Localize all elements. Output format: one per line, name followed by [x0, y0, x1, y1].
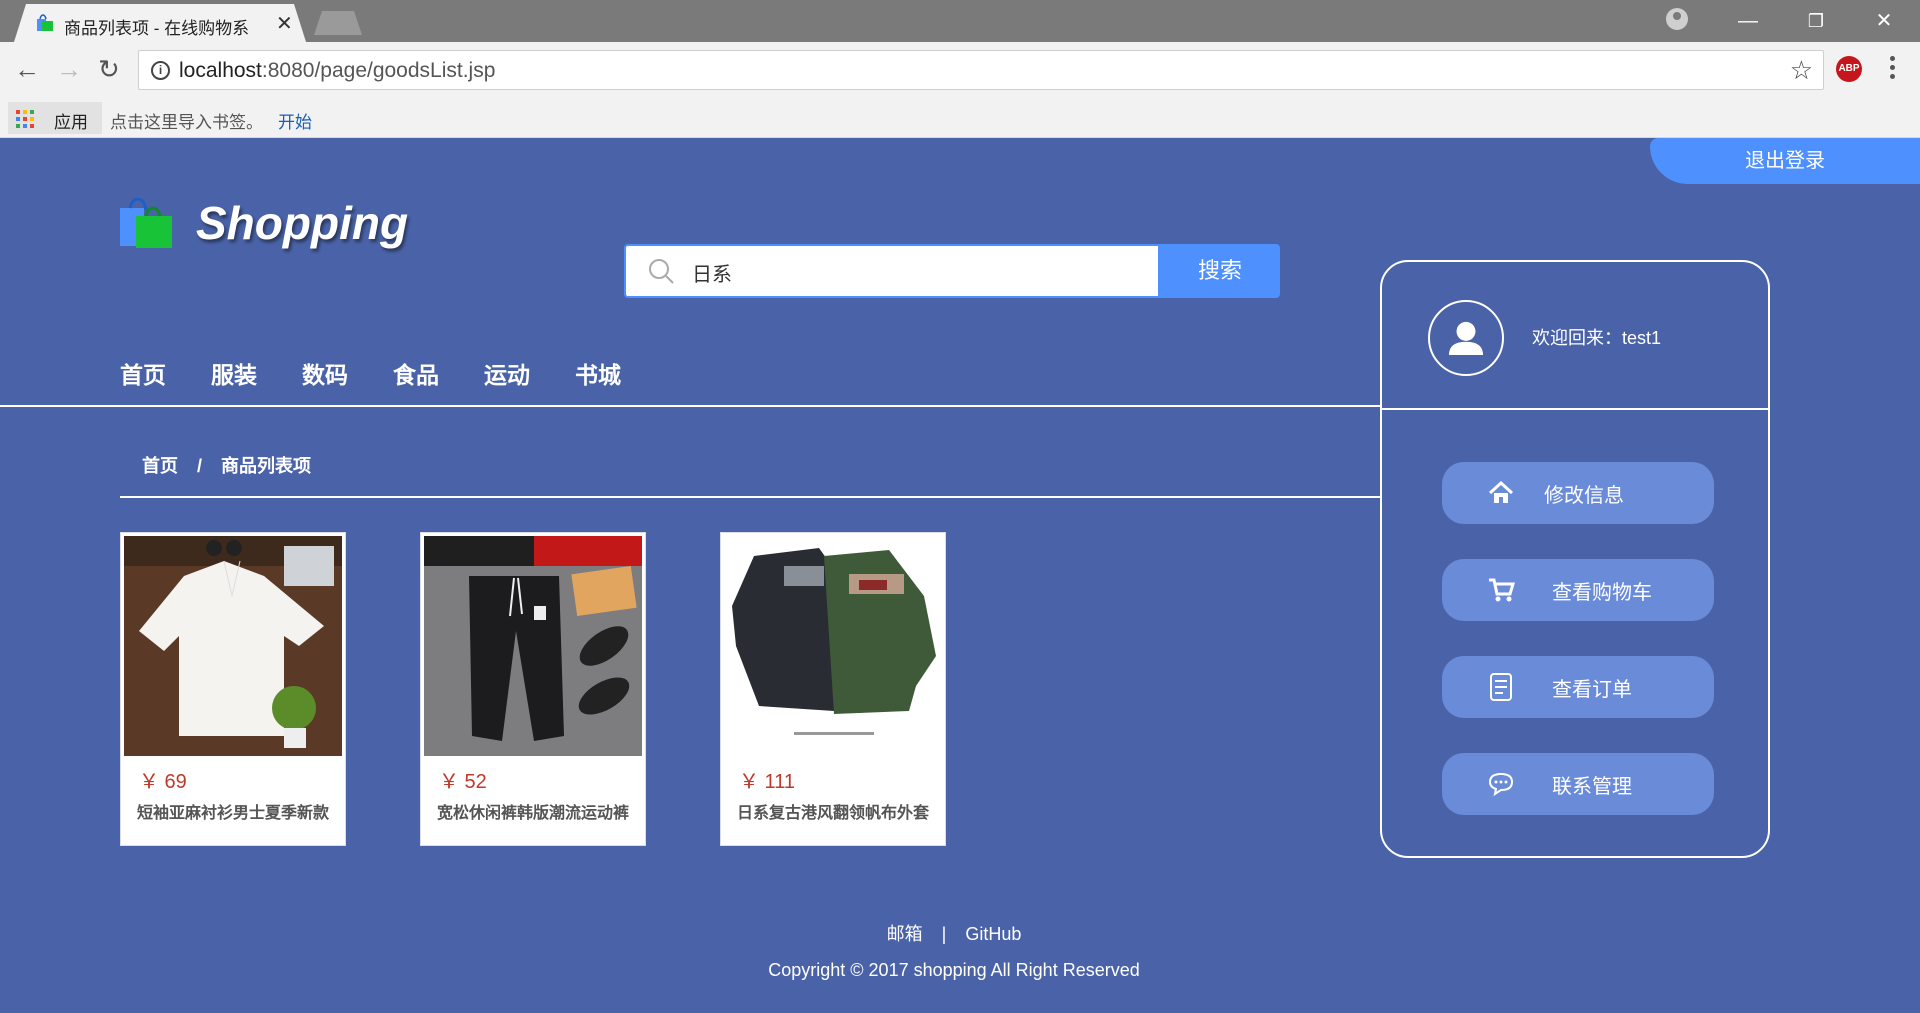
nav-item-food[interactable]: 食品 [393, 356, 439, 390]
menu-icon[interactable] [1890, 56, 1896, 82]
contact-admin-label: 联系管理 [1552, 776, 1632, 798]
shopping-bag-logo-icon [120, 198, 172, 248]
back-icon[interactable]: ← [14, 54, 40, 84]
view-cart-label: 查看购物车 [1552, 582, 1652, 604]
breadcrumb-divider [120, 496, 1380, 498]
product-card[interactable]: ￥ 69 短袖亚麻衬衫男士夏季新款 [120, 532, 346, 846]
browser-tab[interactable]: 商品列表项 - 在线购物系 ✕ [14, 4, 306, 42]
copyright-text: Copyright © 2017 shopping All Right Rese… [768, 960, 1140, 980]
view-orders-label: 查看订单 [1552, 679, 1632, 701]
nav-item-digital[interactable]: 数码 [302, 356, 348, 390]
site-logo-text[interactable]: Shopping [196, 196, 408, 250]
cart-icon [1489, 578, 1516, 602]
bookmarks-hint: 点击这里导入书签。 [110, 113, 263, 132]
welcome-text: 欢迎回来：test1 [1532, 328, 1662, 348]
avatar-icon[interactable] [1428, 300, 1504, 376]
nav-item-home[interactable]: 首页 [120, 356, 166, 390]
nav-item-clothing[interactable]: 服装 [211, 356, 257, 390]
order-icon [1490, 673, 1512, 701]
bookmarks-start-link[interactable]: 开始 [278, 108, 312, 133]
footer-mail-link[interactable]: 邮箱 [887, 924, 923, 944]
footer-links: 邮箱 | GitHub [0, 920, 1908, 946]
product-image[interactable] [424, 536, 642, 756]
edit-info-button[interactable]: 修改信息 [1442, 462, 1714, 524]
product-price: ￥ 69 [139, 771, 187, 793]
footer-separator: | [941, 924, 947, 944]
restore-icon[interactable]: ❐ [1788, 6, 1844, 36]
apps-button[interactable]: 应用 [8, 102, 102, 134]
breadcrumb-home[interactable]: 首页 [142, 456, 178, 476]
footer-github-link[interactable]: GitHub [965, 924, 1021, 944]
nav-item-sports[interactable]: 运动 [484, 356, 530, 390]
apps-grid-icon [16, 110, 34, 128]
minimize-icon[interactable]: — [1720, 6, 1776, 36]
search-bar: 搜索 [624, 244, 1280, 298]
window-close-icon[interactable]: ✕ [1856, 6, 1912, 36]
nav-divider [0, 405, 1380, 407]
search-input[interactable] [692, 258, 1132, 286]
view-orders-button[interactable]: 查看订单 [1442, 656, 1714, 718]
star-icon[interactable]: ☆ [1790, 55, 1813, 86]
product-image[interactable] [124, 536, 342, 756]
search-box[interactable] [624, 244, 1160, 298]
edit-info-label: 修改信息 [1544, 485, 1624, 507]
bookmarks-bar: 应用 点击这里导入书签。 开始 [0, 98, 1920, 138]
product-name[interactable]: 宽松休闲裤韩版潮流运动裤 [437, 799, 637, 823]
product-name[interactable]: 日系复古港风翻领帆布外套 [737, 799, 937, 823]
product-price: ￥ 52 [439, 771, 487, 793]
breadcrumb-current: 商品列表项 [221, 456, 312, 476]
url-input[interactable]: i localhost:8080/page/goodsList.jsp ☆ [138, 50, 1824, 90]
home-icon [1488, 480, 1514, 503]
nav-item-books[interactable]: 书城 [575, 356, 621, 390]
info-icon[interactable]: i [151, 61, 170, 80]
contact-admin-button[interactable]: 联系管理 [1442, 753, 1714, 815]
profile-icon[interactable] [1666, 8, 1688, 30]
new-tab-button[interactable] [314, 11, 362, 35]
product-name[interactable]: 短袖亚麻衬衫男士夏季新款 [137, 799, 337, 823]
tab-favicon-icon [37, 14, 53, 31]
product-price: ￥ 111 [739, 771, 795, 793]
product-card[interactable]: ￥ 52 宽松休闲裤韩版潮流运动裤 [420, 532, 646, 846]
category-nav: 首页 服装 数码 食品 运动 书城 [120, 356, 666, 390]
url-text: localhost:8080/page/goodsList.jsp [179, 59, 496, 82]
apps-label: 应用 [54, 113, 88, 132]
abp-icon[interactable]: ABP [1836, 56, 1862, 82]
address-bar: ← → ↻ i localhost:8080/page/goodsList.js… [0, 42, 1920, 98]
close-icon[interactable]: ✕ [276, 11, 293, 36]
breadcrumb: 首页 / 商品列表项 [142, 452, 325, 478]
chat-icon [1488, 772, 1514, 797]
forward-icon[interactable]: → [56, 54, 82, 84]
search-button[interactable]: 搜索 [1160, 244, 1280, 298]
reload-icon[interactable]: ↻ [98, 54, 120, 84]
user-panel: 欢迎回来：test1 修改信息 查看购物车 查看订单 联系管理 [1380, 260, 1770, 858]
search-icon [649, 259, 674, 284]
product-card[interactable]: ￥ 111 日系复古港风翻领帆布外套 [720, 532, 946, 846]
panel-divider [1382, 408, 1768, 410]
browser-tabbar: 商品列表项 - 在线购物系 ✕ — ❐ ✕ [0, 0, 1920, 42]
breadcrumb-separator: / [197, 456, 203, 476]
tab-title: 商品列表项 - 在线购物系 [64, 19, 250, 38]
product-image[interactable] [724, 536, 942, 756]
logout-button[interactable]: 退出登录 [1650, 138, 1920, 184]
view-cart-button[interactable]: 查看购物车 [1442, 559, 1714, 621]
